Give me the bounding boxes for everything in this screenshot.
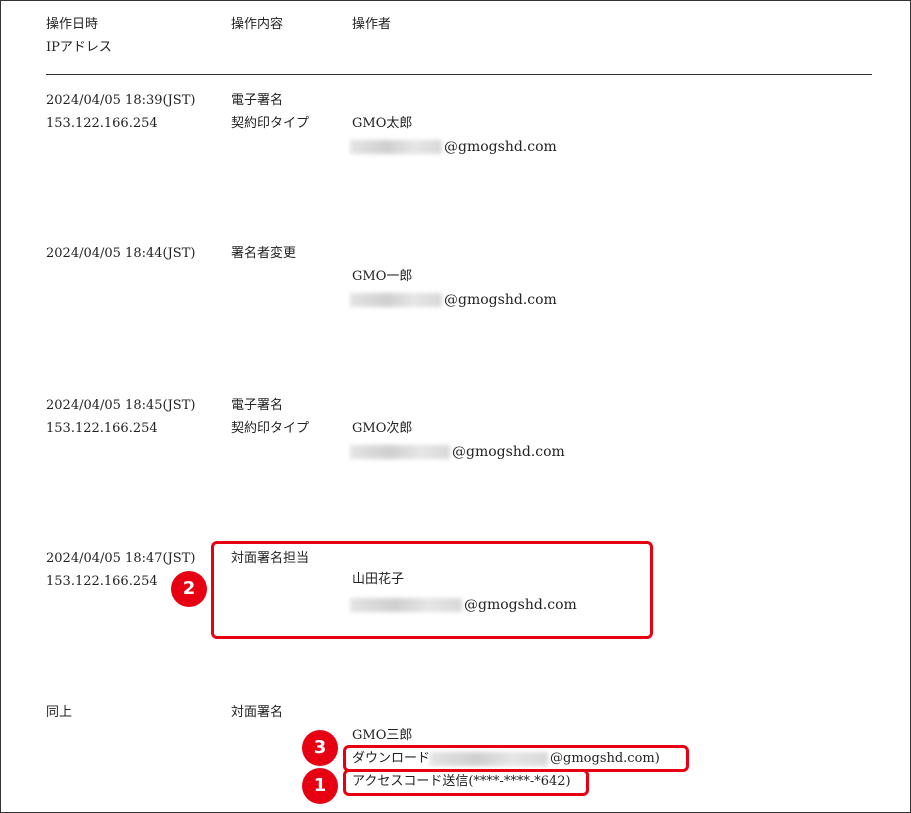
log-operator-name: GMO次郎 bbox=[352, 421, 413, 436]
log-ip: 153.122.166.254 bbox=[46, 116, 158, 131]
log-operator-name: GMO一郎 bbox=[352, 269, 413, 284]
log-datetime: 2024/04/05 18:44(JST) bbox=[46, 246, 196, 261]
email-domain: @gmogshd.com bbox=[444, 139, 557, 155]
log-operator-email: @gmogshd.com bbox=[350, 292, 557, 308]
log-datetime: 2024/04/05 18:39(JST) bbox=[46, 93, 196, 108]
annotation-badge-1: 1 bbox=[302, 768, 338, 804]
log-ip: 153.122.166.254 bbox=[46, 574, 158, 589]
log-datetime: 2024/04/05 18:47(JST) bbox=[46, 551, 196, 566]
log-operator-name: GMO太郎 bbox=[352, 116, 413, 131]
log-content: 署名者変更 bbox=[231, 246, 297, 261]
header-datetime: 操作日時 bbox=[46, 17, 99, 32]
log-operator-email: @gmogshd.com bbox=[350, 139, 557, 155]
highlight-box-3 bbox=[343, 745, 689, 772]
log-ip: 153.122.166.254 bbox=[46, 421, 158, 436]
header-content: 操作内容 bbox=[231, 17, 284, 32]
log-content-type: 契約印タイプ bbox=[231, 421, 310, 436]
highlight-box-2 bbox=[211, 541, 653, 639]
header-operator: 操作者 bbox=[352, 17, 392, 32]
annotation-badge-2: 2 bbox=[171, 571, 207, 607]
annotation-badge-3: 3 bbox=[302, 730, 338, 766]
log-content: 電子署名 bbox=[231, 398, 284, 413]
log-content: 対面署名 bbox=[231, 705, 284, 720]
redacted-email-local bbox=[350, 140, 442, 154]
highlight-box-1 bbox=[343, 769, 589, 796]
email-domain: @gmogshd.com bbox=[444, 292, 557, 308]
log-datetime: 2024/04/05 18:45(JST) bbox=[46, 398, 196, 413]
redacted-email-local bbox=[350, 445, 450, 459]
log-operator-name: GMO三郎 bbox=[352, 728, 413, 743]
log-content: 電子署名 bbox=[231, 93, 284, 108]
log-content-type: 契約印タイプ bbox=[231, 116, 310, 131]
redacted-email-local bbox=[350, 293, 442, 307]
header-ip: IPアドレス bbox=[46, 40, 112, 55]
email-domain: @gmogshd.com bbox=[452, 444, 565, 460]
log-operator-email: @gmogshd.com bbox=[350, 444, 565, 460]
header-divider bbox=[46, 74, 872, 75]
log-datetime: 同上 bbox=[46, 705, 73, 720]
